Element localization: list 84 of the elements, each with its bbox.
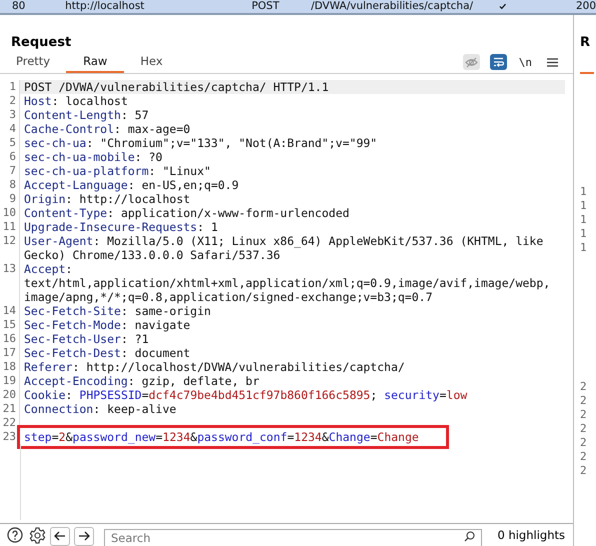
line-number: 2 xyxy=(580,394,588,408)
code-line: Sec-Fetch-User: ?1 xyxy=(24,332,149,346)
line-number: 1 xyxy=(580,185,588,199)
line-number: 12 xyxy=(2,234,16,247)
forward-button[interactable] xyxy=(74,526,94,546)
line-number: 7 xyxy=(9,164,16,177)
line-number: 4 xyxy=(9,122,16,135)
code-line: Origin: http://localhost xyxy=(24,192,190,206)
code-line: Upgrade-Insecure-Requests: 1 xyxy=(24,220,218,234)
line-number: 2 xyxy=(580,422,588,436)
table-cell-text: 80 xyxy=(11,0,26,13)
wrap-icon xyxy=(492,57,504,67)
code-line: image/apng,*/*;q=0.8,application/signed-exchange;v=b3;q=0.7 xyxy=(24,290,432,304)
line-number: 17 xyxy=(2,346,16,359)
line-number: 14 xyxy=(2,304,16,317)
code-line: sec-ch-ua-platform: "Linux" xyxy=(24,164,211,178)
line-number: 1 xyxy=(580,213,588,227)
line-number: 10 xyxy=(2,206,16,219)
settings-icon[interactable] xyxy=(28,526,46,544)
code-line: Cookie: PHPSESSID=dcf4c79be4bd451cf97b860f166c5895; security=low xyxy=(24,388,468,402)
line-number: 3 xyxy=(9,108,16,121)
line-number: 21 xyxy=(2,402,16,415)
wrap-lines-button[interactable] xyxy=(490,54,507,70)
line-number: 16 xyxy=(2,332,16,345)
line-number: 1 xyxy=(9,80,16,93)
code-line: Host: localhost xyxy=(24,94,128,108)
line-number: 6 xyxy=(9,150,16,163)
code-line: sec-ch-ua: "Chromium";v="133", "Not(A:Brand";v="99" xyxy=(24,136,378,150)
table-cell: 200 xyxy=(576,0,596,13)
line-number: 2 xyxy=(580,408,588,422)
line-number: 15 xyxy=(2,318,16,331)
line-number: 1 xyxy=(580,227,588,241)
table-cell-text: http://localhost xyxy=(64,0,146,13)
code-line: Content-Length: 57 xyxy=(24,108,149,122)
tab[interactable]: Pretty xyxy=(5,52,62,73)
panel-title: Request xyxy=(11,35,72,52)
line-number: 9 xyxy=(9,192,16,205)
hidden-eye-icon xyxy=(464,56,478,68)
right-arrow-icon xyxy=(78,531,90,541)
code-line: User-Agent: Mozilla/5.0 (X11; Linux x86_64) AppleWebKit/537.36 (KHTML, like xyxy=(24,234,544,248)
line-number: 18 xyxy=(2,360,16,373)
code-line: Referer: http://localhost/DVWA/vulnerabilities/captcha/ xyxy=(24,360,405,374)
line-number: 1 xyxy=(580,199,588,213)
code-line: Cache-Control: max-age=0 xyxy=(24,122,190,136)
search-field[interactable]: Search xyxy=(104,528,482,546)
code-line: Accept-Language: en-US,en;q=0.9 xyxy=(24,178,239,192)
hide-nonprinting-button[interactable] xyxy=(462,54,480,70)
code-line: Accept: xyxy=(24,262,72,276)
tab[interactable]: Hex xyxy=(129,52,174,73)
line-number: 8 xyxy=(9,178,16,191)
code-line: Sec-Fetch-Mode: navigate xyxy=(24,318,190,332)
table-cell-text: /DVWA/vulnerabilities/captcha/ xyxy=(310,0,474,13)
back-button[interactable] xyxy=(50,526,70,546)
panel-title: R xyxy=(580,35,592,52)
code-line: text/html,application/xhtml+xml,application/xml;q=0.9,image/avif,image/webp, xyxy=(24,276,550,290)
line-number: 2 xyxy=(580,450,588,464)
highlights-count: 0 highlights xyxy=(497,528,565,542)
line-number: 1 xyxy=(580,241,588,255)
line-number: 19 xyxy=(2,374,16,387)
line-number: 2 xyxy=(9,94,16,107)
code-line: Content-Type: application/x-www-form-urlencoded xyxy=(24,206,350,220)
code-line: sec-ch-ua-mobile: ?0 xyxy=(24,150,162,164)
code-line: POST /DVWA/vulnerabilities/captcha/ HTTP/1.1 xyxy=(24,80,329,94)
table-cell-text: POST xyxy=(250,0,280,13)
line-number: 20 xyxy=(2,388,16,401)
line-number: 5 xyxy=(9,136,16,149)
code-line: Accept-Encoding: gzip, deflate, br xyxy=(24,374,260,388)
line-number: 2 xyxy=(580,436,588,450)
line-number: 13 xyxy=(2,262,16,275)
code-line: Gecko) Chrome/133.0.0.0 Safari/537.36 xyxy=(24,248,280,262)
newline-button[interactable]: \n xyxy=(516,56,534,68)
code-line: Connection: keep-alive xyxy=(24,402,176,416)
left-arrow-icon xyxy=(54,531,66,541)
line-number: 11 xyxy=(2,220,16,233)
line-number: 2 xyxy=(580,464,588,478)
line-number: 23 xyxy=(2,430,16,443)
code-line: Sec-Fetch-Site: same-origin xyxy=(24,304,211,318)
help-icon[interactable] xyxy=(6,526,24,544)
search-icon xyxy=(464,531,475,542)
code-line: Sec-Fetch-Dest: document xyxy=(24,346,190,360)
history-row[interactable]: 80 http://localhost POST /DVWA/vulnerabilities/captcha/ 200 xyxy=(0,0,596,15)
tab[interactable]: Raw xyxy=(66,52,124,73)
line-number: 22 xyxy=(2,416,16,429)
line-number: 2 xyxy=(580,380,588,394)
